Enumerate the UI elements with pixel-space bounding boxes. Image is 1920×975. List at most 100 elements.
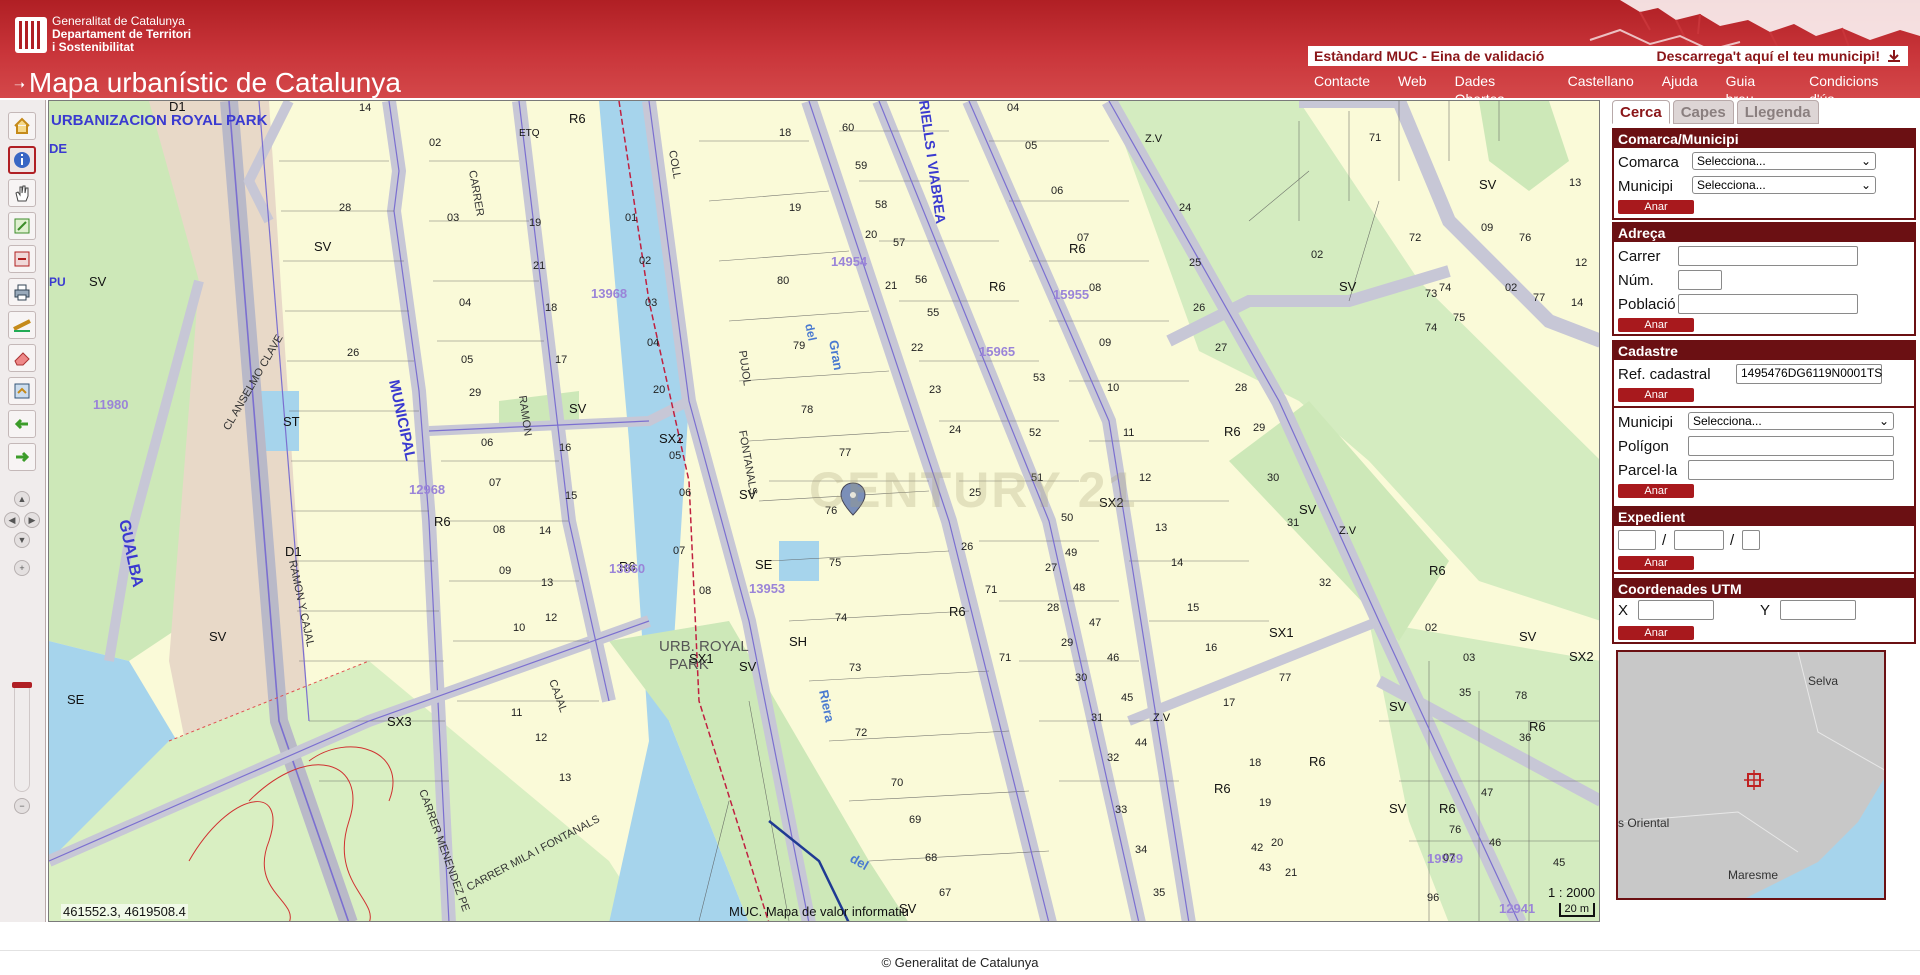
utm-x-label: X — [1618, 602, 1629, 619]
erase-button[interactable] — [8, 344, 36, 372]
svg-text:14: 14 — [1171, 557, 1183, 569]
svg-text:31: 31 — [1287, 517, 1299, 529]
tab-llegenda[interactable]: Llegenda — [1736, 100, 1819, 124]
expedient-input-1[interactable] — [1618, 530, 1656, 550]
zoom-slider[interactable] — [14, 682, 30, 792]
parcel-15955: 15955 — [1053, 287, 1089, 302]
info-button[interactable] — [8, 146, 36, 174]
section-title-utm: Coordenades UTM — [1614, 580, 1914, 598]
poligon-input[interactable] — [1688, 436, 1894, 456]
municipi-select[interactable]: Selecciona... ⌄ — [1692, 176, 1876, 194]
download-link[interactable]: Descarrega't aquí el teu municipi! — [1656, 48, 1902, 64]
pan-left-button[interactable]: ◀ — [4, 512, 20, 528]
svg-text:47: 47 — [1089, 617, 1101, 629]
zoom-out-button[interactable]: − — [14, 798, 30, 814]
layers-button[interactable] — [8, 377, 36, 405]
svg-text:02: 02 — [1505, 282, 1517, 294]
nav-web[interactable]: Web — [1392, 70, 1433, 92]
cadastre-municipi-select[interactable]: Selecciona... ⌄ — [1688, 412, 1894, 430]
tab-capes[interactable]: Capes — [1672, 100, 1734, 124]
home-button[interactable] — [8, 112, 36, 140]
anar-button-adreca[interactable]: Anar — [1618, 318, 1694, 332]
zone-etq: ETQ — [519, 128, 540, 139]
info-icon — [14, 152, 30, 168]
overview-minimap[interactable]: Selva s Oriental Maresme — [1616, 650, 1886, 900]
generalitat-logo — [15, 17, 47, 53]
expedient-input-3[interactable] — [1742, 530, 1760, 550]
zoom-in-rect-button[interactable] — [8, 212, 36, 240]
anar-button-expedient[interactable]: Anar — [1618, 556, 1694, 570]
zone-st: ST — [283, 414, 300, 429]
zoom-slider-handle[interactable] — [12, 682, 32, 688]
nav-castellano[interactable]: Castellano — [1562, 70, 1640, 92]
svg-text:04: 04 — [1007, 102, 1019, 114]
muc-standard-link[interactable]: Estàndard MUC - Eina de validació — [1314, 48, 1544, 64]
section-expedient: Expedient / / Anar — [1612, 506, 1916, 574]
svg-text:18: 18 — [1249, 757, 1261, 769]
print-button[interactable] — [8, 278, 36, 306]
svg-text:69: 69 — [909, 814, 921, 826]
anar-button-utm[interactable]: Anar — [1618, 626, 1694, 640]
pan-up-button[interactable]: ▲ — [14, 491, 30, 507]
scale-indicator: 1 : 2000 20 m — [1548, 885, 1595, 917]
chevron-down-icon: ⌄ — [1860, 154, 1871, 168]
anar-button-comarca[interactable]: Anar — [1618, 200, 1694, 214]
zone-zv-3: Z.V — [1153, 712, 1171, 724]
back-button[interactable] — [8, 410, 36, 438]
cadastre-municipi-label: Municipi — [1618, 414, 1674, 431]
ref-cadastral-input[interactable]: 1495476DG6119N0001TS — [1736, 364, 1882, 384]
svg-text:04: 04 — [647, 337, 659, 349]
nav-guia-breu[interactable]: Guia breu — [1720, 70, 1788, 98]
nav-dades-obertes[interactable]: Dades Obertes — [1449, 70, 1546, 98]
svg-text:72: 72 — [1409, 232, 1421, 244]
zoom-out-rect-button[interactable] — [8, 245, 36, 273]
panel-tabs: Cerca Capes Llegenda — [1612, 100, 1819, 124]
svg-text:49: 49 — [1065, 547, 1077, 559]
app-title[interactable]: ➝ Mapa urbanístic de Catalunya — [14, 68, 401, 98]
svg-text:07: 07 — [1443, 852, 1455, 864]
pan-down-button[interactable]: ▼ — [14, 532, 30, 548]
nav-condicions[interactable]: Condicions d'ús — [1803, 70, 1904, 98]
pan-button[interactable] — [8, 179, 36, 207]
expedient-input-2[interactable] — [1674, 530, 1724, 550]
parcela-label: Parcel·la — [1618, 462, 1678, 479]
layers-icon — [14, 383, 30, 399]
map-viewport[interactable]: URBANIZACION ROYAL PARK DE PU MUNICIPAL … — [48, 100, 1600, 922]
utm-y-input[interactable] — [1780, 600, 1856, 620]
svg-text:30: 30 — [1075, 672, 1087, 684]
carrer-input[interactable] — [1678, 246, 1858, 266]
svg-text:28: 28 — [1047, 602, 1059, 614]
zone-d1-1: D1 — [169, 101, 186, 114]
zone-sv-8: SV — [1479, 177, 1497, 192]
divider — [1614, 406, 1914, 408]
svg-text:01: 01 — [625, 212, 637, 224]
zoom-in-button[interactable]: + — [14, 560, 30, 576]
measure-button[interactable] — [8, 311, 36, 339]
svg-text:43: 43 — [1259, 862, 1271, 874]
svg-text:30: 30 — [1267, 472, 1279, 484]
section-title-cadastre: Cadastre — [1614, 342, 1914, 360]
svg-text:16: 16 — [559, 442, 571, 454]
parcel-14954: 14954 — [831, 254, 868, 269]
comarca-select[interactable]: Selecciona... ⌄ — [1692, 152, 1876, 170]
zone-zv-2: Z.V — [1339, 525, 1357, 537]
nav-ajuda[interactable]: Ajuda — [1656, 70, 1704, 92]
svg-text:22: 22 — [911, 342, 923, 354]
utm-x-input[interactable] — [1638, 600, 1714, 620]
num-input[interactable] — [1678, 270, 1722, 290]
svg-text:07: 07 — [1077, 232, 1089, 244]
pan-right-button[interactable]: ▶ — [24, 512, 40, 528]
svg-text:03: 03 — [645, 297, 657, 309]
svg-text:24: 24 — [1179, 202, 1191, 214]
nav-contacte[interactable]: Contacte — [1308, 70, 1376, 92]
forward-button[interactable] — [8, 443, 36, 471]
parcela-input[interactable] — [1688, 460, 1894, 480]
poblacio-input[interactable] — [1678, 294, 1858, 314]
minimap-label-maresme: Maresme — [1728, 868, 1779, 882]
anar-button-parcela[interactable]: Anar — [1618, 484, 1694, 498]
zone-sx2-3: SX2 — [1569, 649, 1594, 664]
svg-text:02: 02 — [1425, 622, 1437, 634]
tab-cerca[interactable]: Cerca — [1612, 100, 1670, 124]
anar-button-cadastre[interactable]: Anar — [1618, 388, 1694, 402]
svg-text:11: 11 — [511, 707, 522, 719]
